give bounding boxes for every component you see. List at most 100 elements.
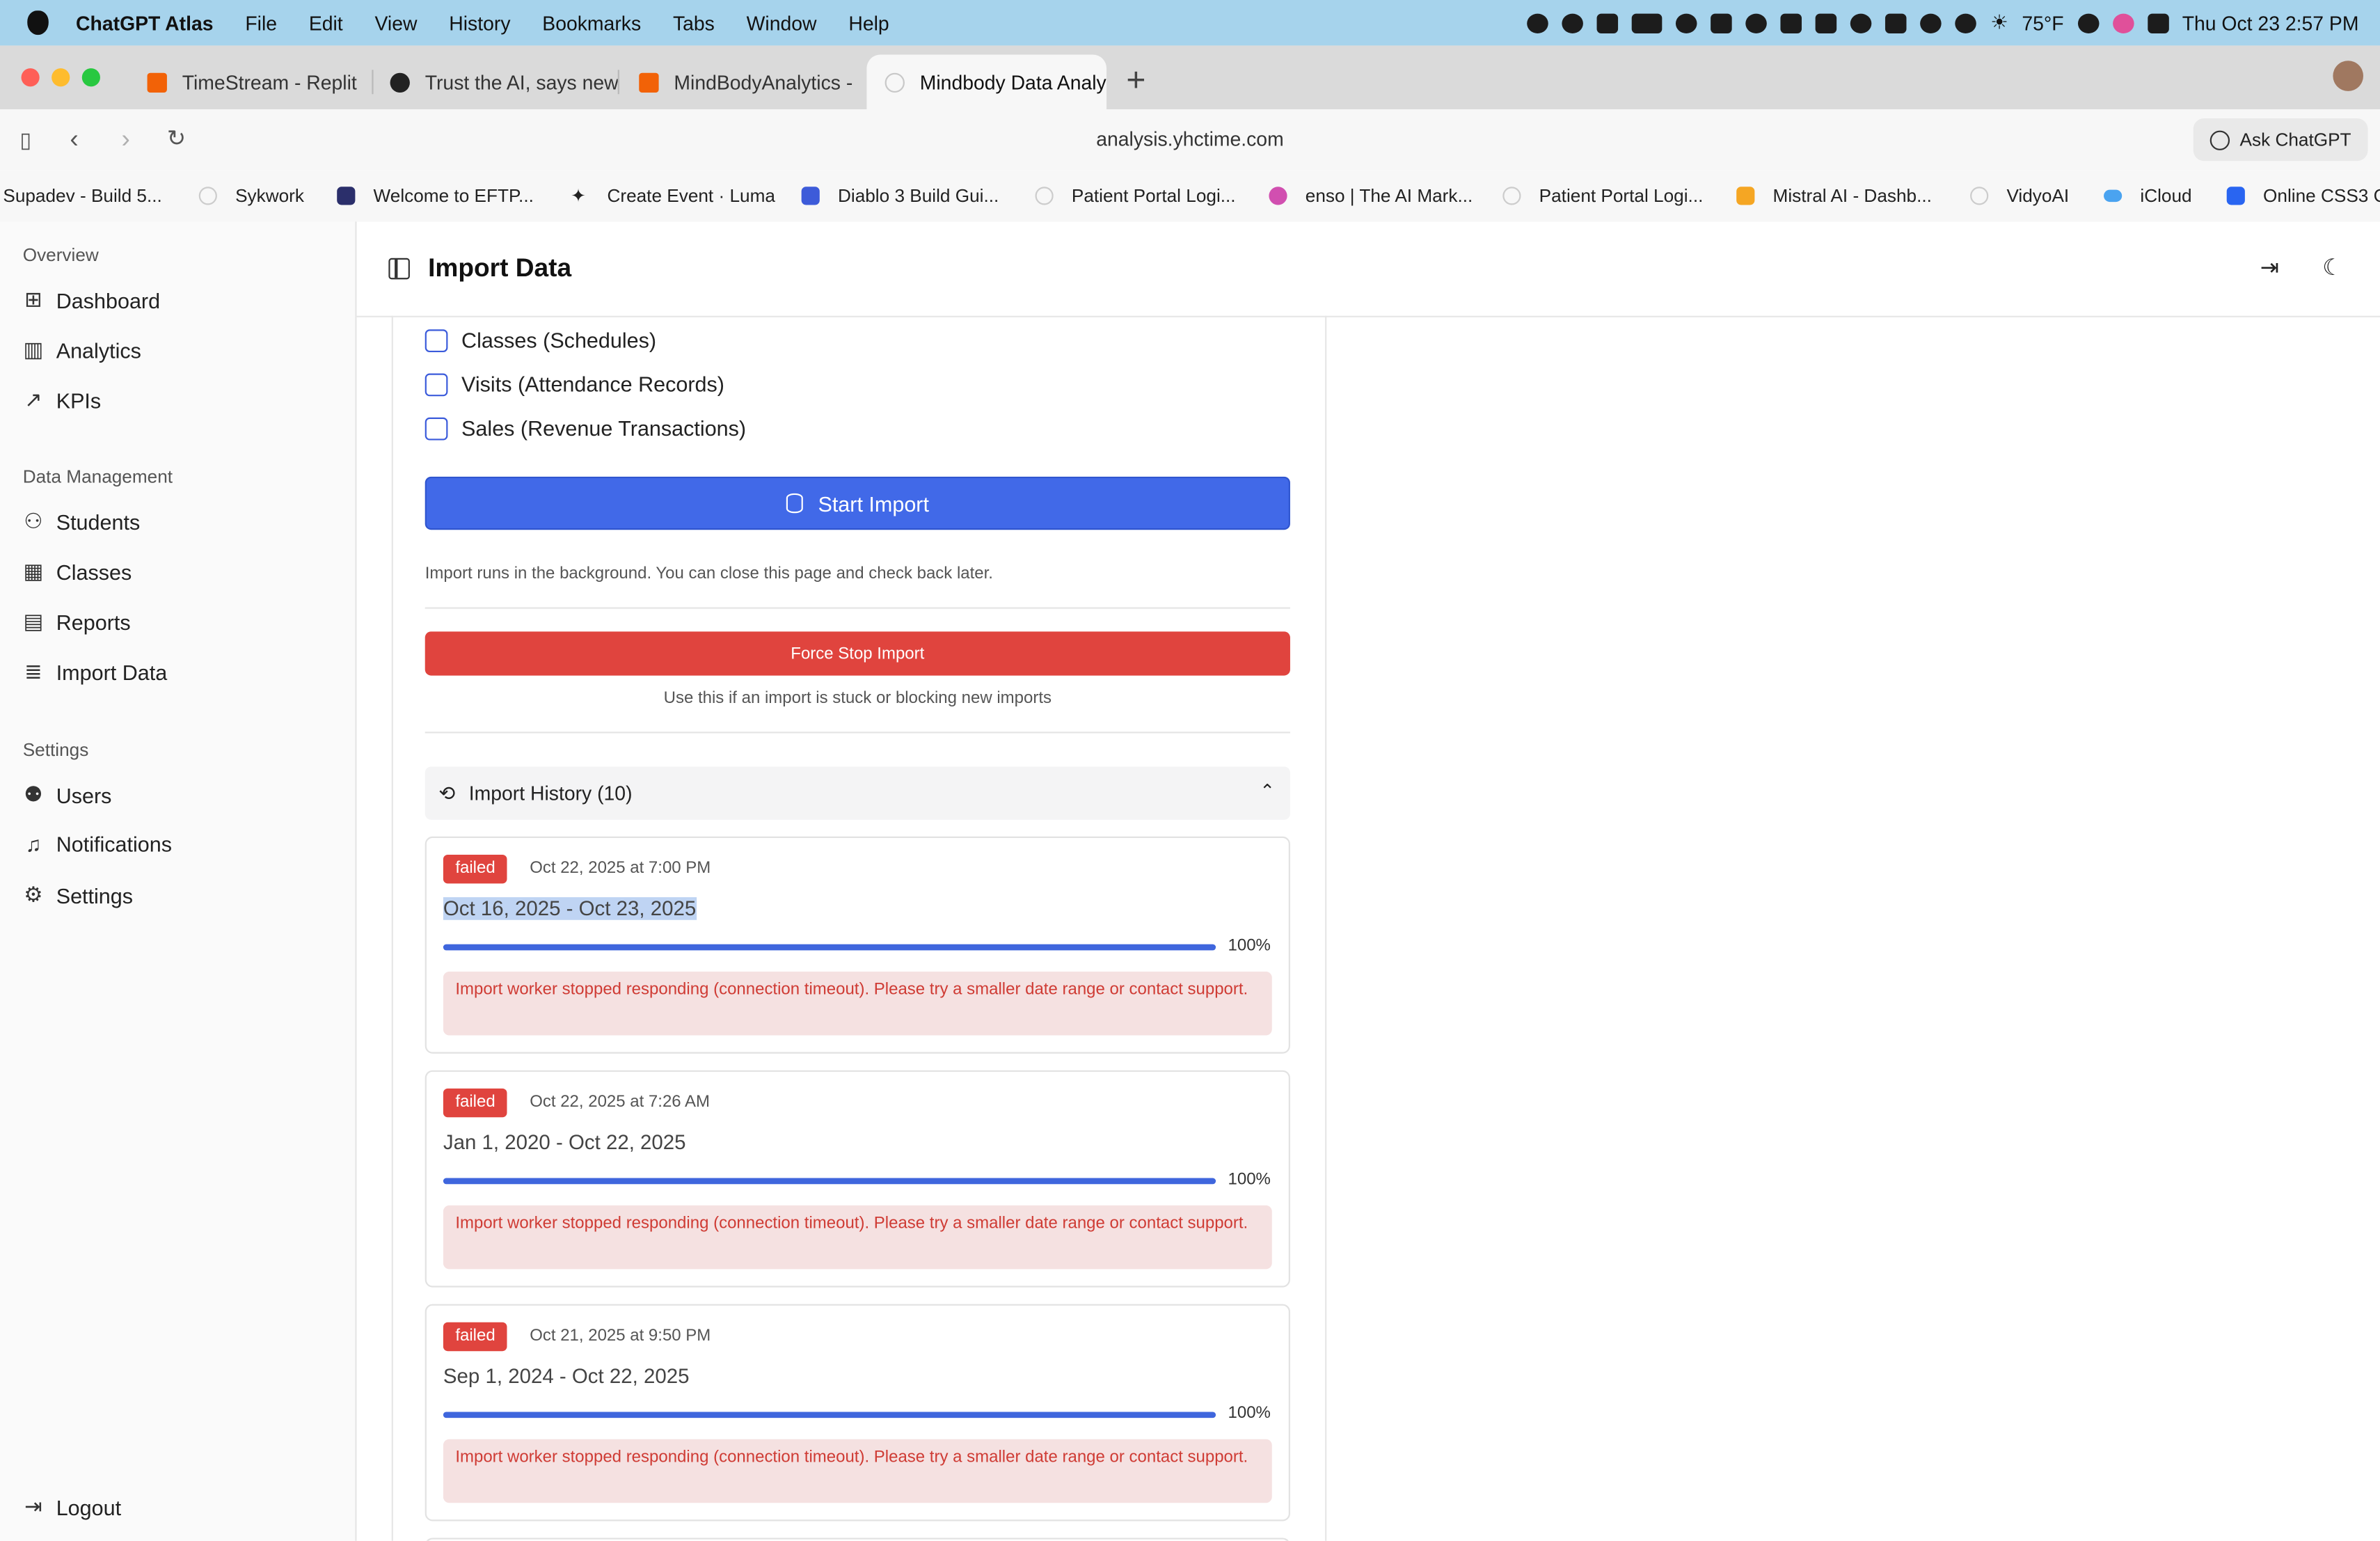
bookmark-mistral[interactable]: Mistral AI - Dashb...	[1736, 185, 1932, 207]
sidebar-item-classes[interactable]: ▦ Classes	[23, 559, 132, 585]
bookmark-patient-portal-2[interactable]: Patient Portal Logi...	[1502, 185, 1703, 207]
plane-icon[interactable]	[1597, 13, 1619, 33]
menu-view[interactable]: View	[374, 11, 417, 34]
battery-icon[interactable]	[1632, 13, 1663, 33]
tab-mindbody-data-analysis[interactable]: Mindbody Data Analy	[866, 54, 1107, 110]
keyboard-icon[interactable]	[1711, 13, 1733, 33]
globe-icon	[1502, 187, 1521, 205]
import-timestamp: Oct 21, 2025 at 9:50 PM	[530, 1327, 711, 1345]
sidebar-item-label: Analytics	[56, 338, 141, 363]
chatgpt-icon[interactable]	[1850, 13, 1873, 33]
bookmark-label: Welcome to EFTP...	[373, 185, 534, 207]
bookmark-patient-portal[interactable]: Patient Portal Logi...	[1035, 185, 1236, 207]
bookmark-label: Online CSS3 C	[2263, 185, 2380, 207]
search-icon[interactable]	[1676, 13, 1698, 33]
replit-icon	[639, 72, 659, 92]
bookmark-sykwork[interactable]: Sykwork	[198, 185, 304, 207]
zoom-window-button[interactable]	[81, 68, 100, 87]
bookmark-luma[interactable]: ✦ Create Event · Luma	[571, 185, 775, 207]
sidebar-item-label: KPIs	[56, 388, 102, 413]
bookmark-diablo[interactable]: Diablo 3 Build Gui...	[801, 185, 999, 207]
chevron-up-icon[interactable]: ⌃	[1260, 780, 1275, 802]
sidebar-item-dashboard[interactable]: ⊞ Dashboard	[23, 287, 160, 313]
sidebar-item-analytics[interactable]: ▥ Analytics	[23, 337, 141, 363]
logout-icon[interactable]: ⇥	[2260, 253, 2279, 280]
sidebar-item-users[interactable]: ⚉ Users	[23, 782, 111, 807]
profile-avatar[interactable]	[2333, 61, 2364, 91]
bookmark-icloud[interactable]: iCloud	[2104, 185, 2192, 207]
checkbox-sales[interactable]: Sales (Revenue Transactions)	[425, 416, 746, 441]
display-icon[interactable]	[1816, 13, 1838, 33]
start-import-button[interactable]: Start Import	[425, 476, 1290, 530]
g-app-icon[interactable]	[1955, 13, 1977, 33]
import-panel: Classes (Schedules) Visits (Attendance R…	[391, 315, 1327, 1541]
checkbox-label: Sales (Revenue Transactions)	[461, 416, 747, 441]
new-tab-button[interactable]: +	[1126, 61, 1145, 100]
sidebar-item-import-data[interactable]: ≣ Import Data	[23, 659, 167, 685]
menu-file[interactable]: File	[245, 11, 277, 34]
checkbox-box[interactable]	[425, 329, 448, 351]
force-stop-import-button[interactable]: Force Stop Import	[425, 631, 1290, 676]
menu-help[interactable]: Help	[848, 11, 889, 34]
bookmark-supadev[interactable]: Supadev - Build 5...	[3, 185, 161, 207]
app-menu-name[interactable]: ChatGPT Atlas	[76, 11, 213, 34]
menu-tabs[interactable]: Tabs	[673, 11, 715, 34]
user-circle-icon[interactable]	[1746, 13, 1768, 33]
bookmark-enso[interactable]: enso | The AI Mark...	[1269, 185, 1473, 207]
sidebar-item-kpis[interactable]: ↗ KPIs	[23, 387, 101, 413]
sidebar-item-label: Students	[56, 509, 141, 534]
weather-text[interactable]: 75°F	[2022, 11, 2063, 34]
control-center-icon[interactable]	[2147, 13, 2169, 33]
wifi-icon[interactable]	[1920, 13, 1942, 33]
sidebar-item-settings[interactable]: ⚙ Settings	[23, 882, 133, 908]
app-sidebar: Overview ⊞ Dashboard ▥ Analytics ↗ KPIs Dat…	[0, 221, 357, 1541]
dark-mode-moon-icon[interactable]: ☾	[2322, 253, 2342, 280]
bell-icon: ♫	[25, 832, 42, 857]
progress-percent: 100%	[1228, 936, 1271, 955]
menu-window[interactable]: Window	[747, 11, 817, 34]
calendar-icon: ▦	[23, 558, 44, 583]
logout-label: Logout	[56, 1494, 122, 1519]
timer-icon[interactable]	[1562, 13, 1584, 33]
bookmark-label: Patient Portal Logi...	[1539, 185, 1704, 207]
address-bar[interactable]: analysis.yhctime.com	[0, 127, 2380, 150]
bookmark-label: Mistral AI - Dashb...	[1772, 185, 1932, 207]
ask-chatgpt-button[interactable]: Ask ChatGPT	[2192, 118, 2368, 161]
checkbox-box[interactable]	[425, 416, 448, 440]
import-history-title: Import History (10)	[468, 782, 633, 805]
sidebar-item-notifications[interactable]: ♫ Notifications	[23, 832, 173, 857]
progress-bar	[443, 944, 1216, 951]
close-window-button[interactable]	[21, 68, 40, 87]
colorful-app-icon[interactable]	[2112, 13, 2134, 33]
tab-timestream[interactable]: TimeStream - Replit	[129, 55, 369, 110]
apple-logo-icon[interactable]	[27, 10, 49, 35]
dashboard-icon: ⊞	[24, 287, 42, 312]
bookmark-eftp[interactable]: Welcome to EFTP...	[337, 185, 534, 207]
status-badge: failed	[443, 1088, 508, 1118]
import-history-card	[425, 1538, 1290, 1541]
sidebar-item-reports[interactable]: ▤ Reports	[23, 609, 131, 635]
import-history-toggle[interactable]: ⟲ Import History (10) ⌃	[425, 766, 1290, 820]
start-import-label: Start Import	[818, 491, 929, 516]
tab-trust-the-ai[interactable]: Trust the AI, says new	[372, 55, 618, 110]
menu-bookmarks[interactable]: Bookmarks	[542, 11, 641, 34]
sidebar-item-students[interactable]: ⚇ Students	[23, 509, 141, 535]
checkbox-visits[interactable]: Visits (Attendance Records)	[425, 372, 724, 396]
status-badge: failed	[443, 1322, 508, 1352]
logout-button[interactable]: ⇥ Logout	[23, 1494, 121, 1519]
bowler-hat-icon[interactable]	[1528, 13, 1549, 33]
sun-icon[interactable]: ☀	[1990, 10, 2008, 35]
minimize-window-button[interactable]	[51, 68, 70, 87]
bookmark-css3[interactable]: Online CSS3 C	[2226, 185, 2380, 207]
bookmark-vidyoai[interactable]: VidyoAI	[1970, 185, 2069, 207]
menu-clock[interactable]: Thu Oct 23 2:57 PM	[2182, 11, 2359, 34]
audio-levels-icon[interactable]	[1781, 13, 1802, 33]
tab-mindbodyanalytics[interactable]: MindBodyAnalytics -	[621, 55, 864, 110]
sidebar-toggle-button[interactable]	[388, 258, 410, 280]
menu-edit[interactable]: Edit	[309, 11, 343, 34]
person-icon[interactable]	[2077, 13, 2099, 33]
checkbox-classes[interactable]: Classes (Schedules)	[425, 328, 656, 352]
clipboard-icon[interactable]	[1885, 13, 1907, 33]
checkbox-box[interactable]	[425, 372, 448, 396]
menu-history[interactable]: History	[449, 11, 510, 34]
